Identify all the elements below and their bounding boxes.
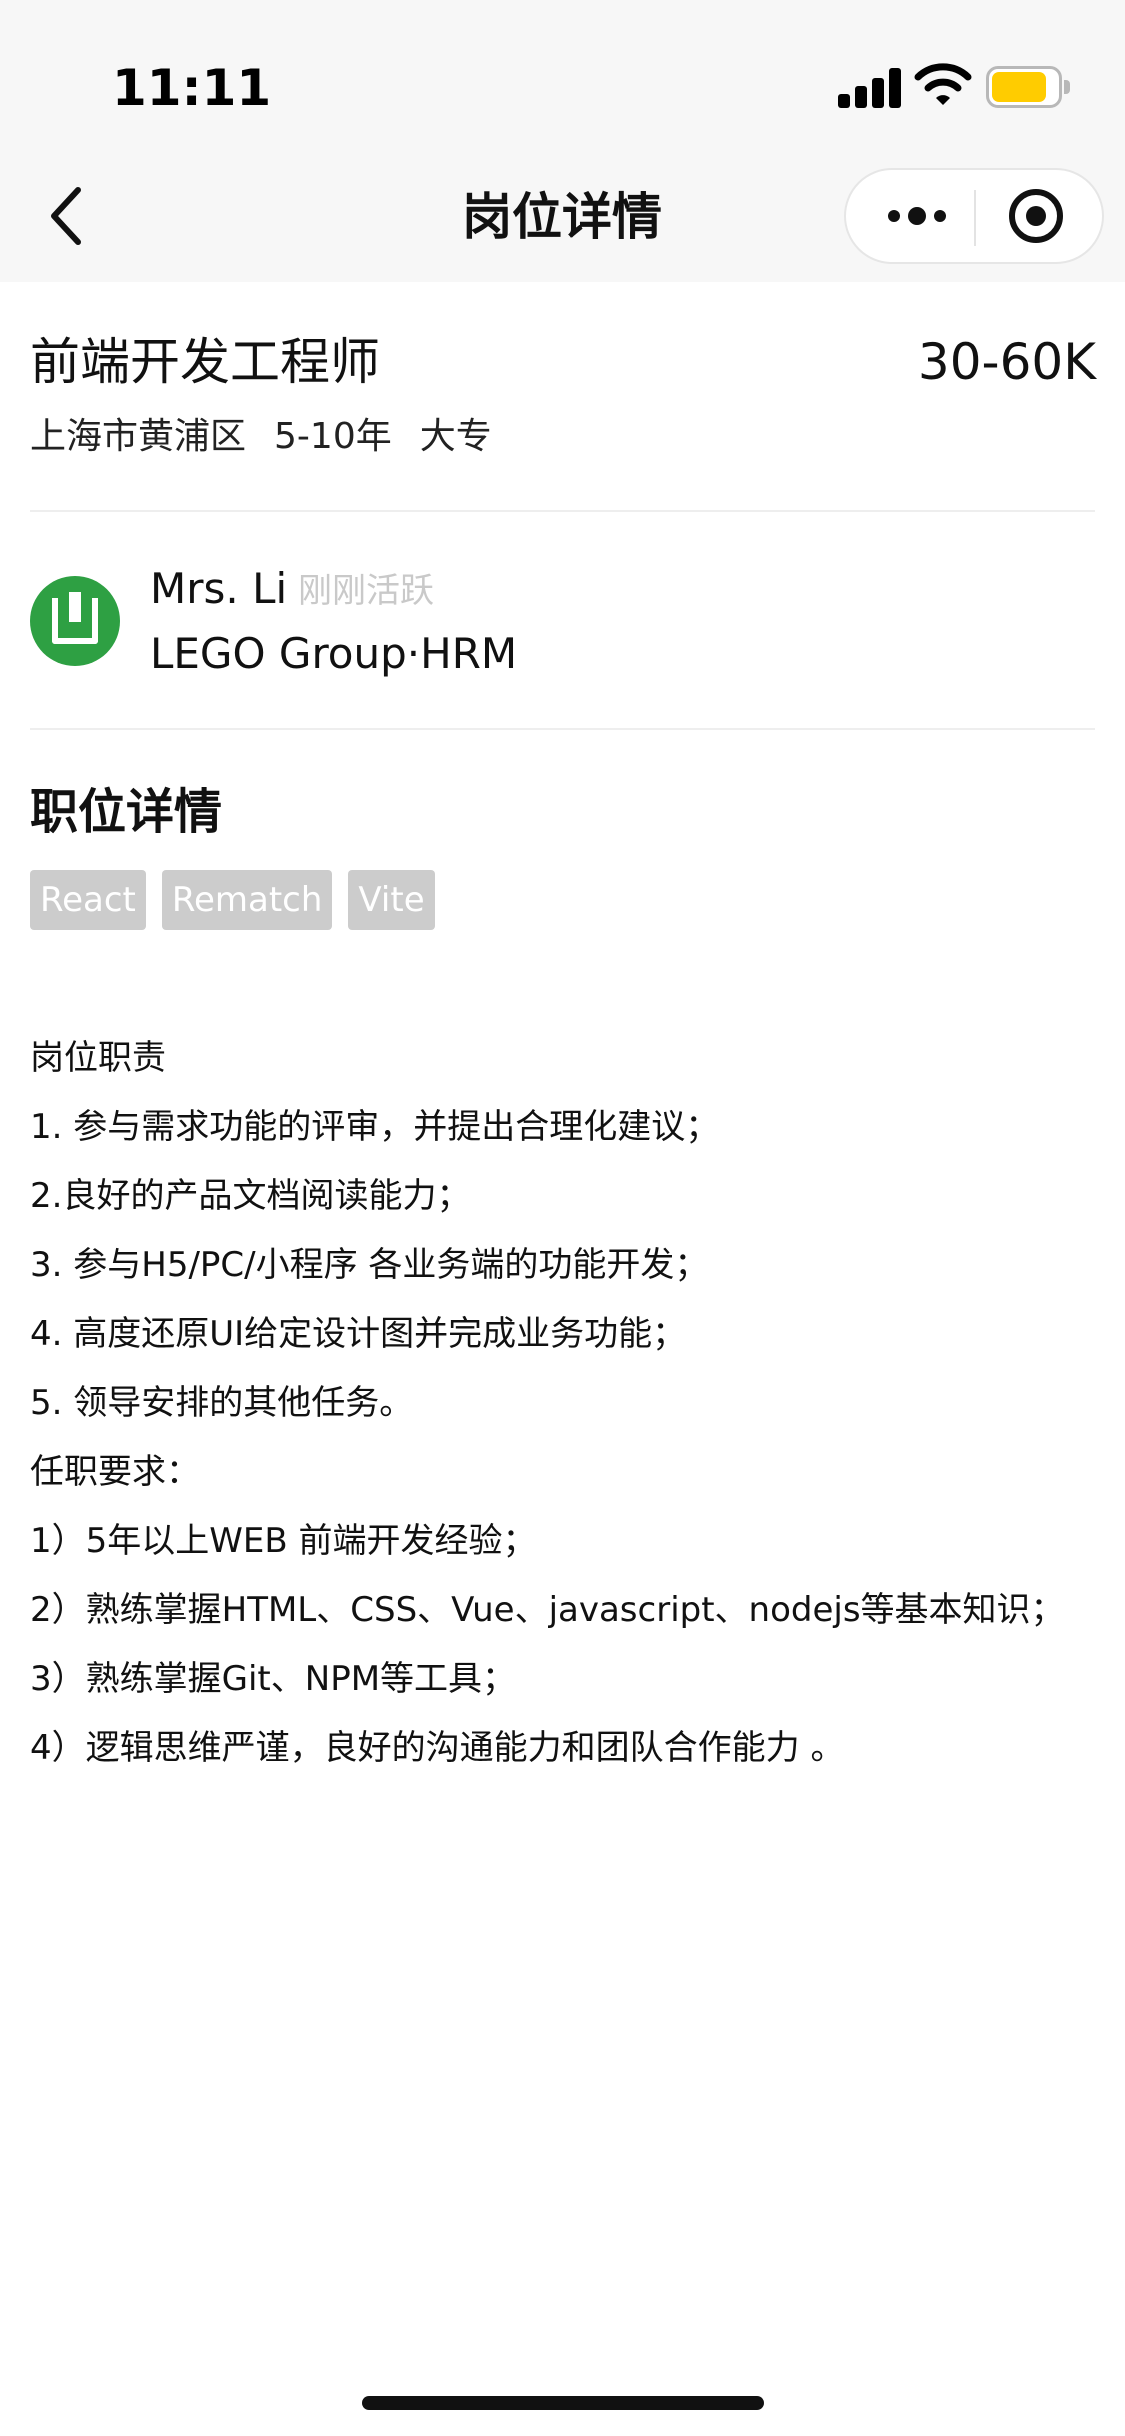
mini-program-capsule: [844, 168, 1104, 264]
description-line: 4. 高度还原UI给定设计图并完成业务功能；: [30, 1314, 687, 1354]
description-line: 5. 领导安排的其他任务。: [30, 1383, 414, 1423]
recruiter-avatar[interactable]: [30, 576, 120, 666]
cellular-signal-icon: [838, 68, 902, 108]
section-title: 职位详情: [30, 784, 223, 840]
recruiter-company: LEGO Group·HRM: [150, 629, 518, 678]
job-location: 上海市黄浦区: [30, 416, 247, 457]
status-time: 11:11: [112, 59, 272, 117]
wifi-icon: [914, 63, 972, 105]
description-line: 岗位职责: [30, 1038, 166, 1078]
more-dots-icon[interactable]: [882, 196, 952, 236]
job-title: 前端开发工程师: [30, 333, 380, 391]
description-line: 4）逻辑思维严谨，良好的沟通能力和团队合作能力 。: [30, 1728, 845, 1768]
description-line: 2.良好的产品文档阅读能力；: [30, 1176, 471, 1216]
job-detail-screen: 11:11 岗位详情 前端开发工程师 30-60K 上海市黄浦区 5-10年 大…: [0, 0, 1125, 2436]
home-indicator[interactable]: [362, 2396, 764, 2410]
skill-tags: React Rematch Vite: [30, 870, 435, 930]
description-line: 3. 参与H5/PC/小程序 各业务端的功能开发；: [30, 1245, 709, 1285]
recruiter-name: Mrs. Li: [150, 564, 288, 613]
description-line: 3）熟练掌握Git、NPM等工具；: [30, 1659, 517, 1699]
skill-tag: Vite: [348, 870, 435, 930]
page-title: 岗位详情: [462, 188, 662, 246]
job-education: 大专: [419, 416, 492, 457]
capsule-divider: [974, 190, 976, 246]
job-description: 岗位职责 1. 参与需求功能的评审，并提出合理化建议； 2.良好的产品文档阅读能…: [30, 1024, 1090, 1783]
battery-fill: [992, 72, 1046, 102]
description-line: 1. 参与需求功能的评审，并提出合理化建议；: [30, 1107, 720, 1147]
job-meta: 上海市黄浦区 5-10年 大专: [30, 412, 492, 462]
description-line: 任职要求：: [30, 1452, 200, 1492]
top-bar: 11:11 岗位详情: [0, 0, 1125, 282]
skill-tag: React: [30, 870, 146, 930]
target-circle-icon[interactable]: [1006, 186, 1066, 246]
salary-range: 30-60K: [917, 333, 1096, 391]
description-line: 1）5年以上WEB 前端开发经验；: [30, 1521, 537, 1561]
back-chevron-icon[interactable]: [40, 180, 94, 252]
divider: [30, 510, 1095, 512]
skill-tag: Rematch: [161, 870, 333, 930]
company-logo-icon: [52, 592, 98, 644]
recruiter-active-status: 刚刚活跃: [298, 571, 434, 611]
description-line: 2）熟练掌握HTML、CSS、Vue、javascript、nodejs等基本知…: [30, 1590, 1065, 1630]
battery-icon: [986, 66, 1070, 108]
divider: [30, 728, 1095, 730]
job-experience: 5-10年: [274, 416, 392, 457]
